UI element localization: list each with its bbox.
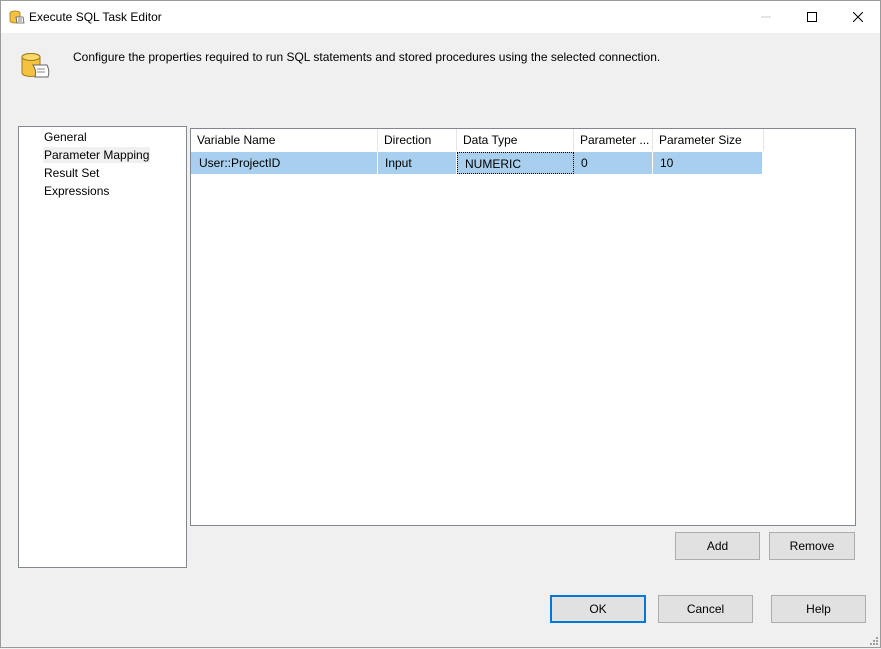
column-header-data-type[interactable]: Data Type	[457, 129, 574, 151]
header-description: Configure the properties required to run…	[73, 50, 661, 64]
cell-variable-name[interactable]: User::ProjectID	[191, 152, 378, 174]
column-header-direction[interactable]: Direction	[378, 129, 457, 151]
sql-task-icon	[9, 9, 25, 25]
cancel-button[interactable]: Cancel	[658, 595, 753, 623]
maximize-button[interactable]	[789, 1, 835, 33]
cell-parameter-size[interactable]: 10	[653, 152, 763, 174]
ok-button[interactable]: OK	[550, 595, 646, 623]
remove-button[interactable]: Remove	[769, 532, 855, 560]
nav-item-result-set[interactable]: Result Set	[43, 165, 100, 181]
dialog-window: Execute SQL Task Editor Configure the pr…	[0, 0, 881, 648]
cell-direction[interactable]: Input	[378, 152, 457, 174]
minimize-icon	[761, 16, 771, 18]
nav-item-parameter-mapping[interactable]: Parameter Mapping	[43, 147, 151, 163]
window-title: Execute SQL Task Editor	[29, 10, 162, 24]
page-navigation: General Parameter Mapping Result Set Exp…	[18, 126, 187, 568]
column-header-variable-name[interactable]: Variable Name	[191, 129, 378, 151]
database-script-icon	[19, 49, 53, 83]
add-button[interactable]: Add	[675, 532, 760, 560]
nav-item-expressions[interactable]: Expressions	[43, 183, 110, 199]
column-header-parameter-size[interactable]: Parameter Size	[653, 129, 764, 151]
nav-item-general[interactable]: General	[43, 129, 88, 145]
maximize-icon	[807, 12, 817, 22]
parameter-mapping-grid[interactable]: Variable Name Direction Data Type Parame…	[190, 128, 856, 526]
cell-data-type[interactable]: NUMERIC	[457, 152, 574, 174]
cell-parameter-name[interactable]: 0	[574, 152, 653, 174]
close-button[interactable]	[835, 1, 881, 33]
column-header-parameter-name[interactable]: Parameter ...	[574, 129, 653, 151]
help-button[interactable]: Help	[771, 595, 866, 623]
close-icon	[853, 12, 863, 22]
resize-grip-icon[interactable]	[867, 634, 879, 646]
minimize-button[interactable]	[743, 1, 789, 33]
table-row[interactable]: User::ProjectID Input NUMERIC 0 10	[191, 152, 763, 174]
title-bar[interactable]: Execute SQL Task Editor	[1, 1, 880, 33]
